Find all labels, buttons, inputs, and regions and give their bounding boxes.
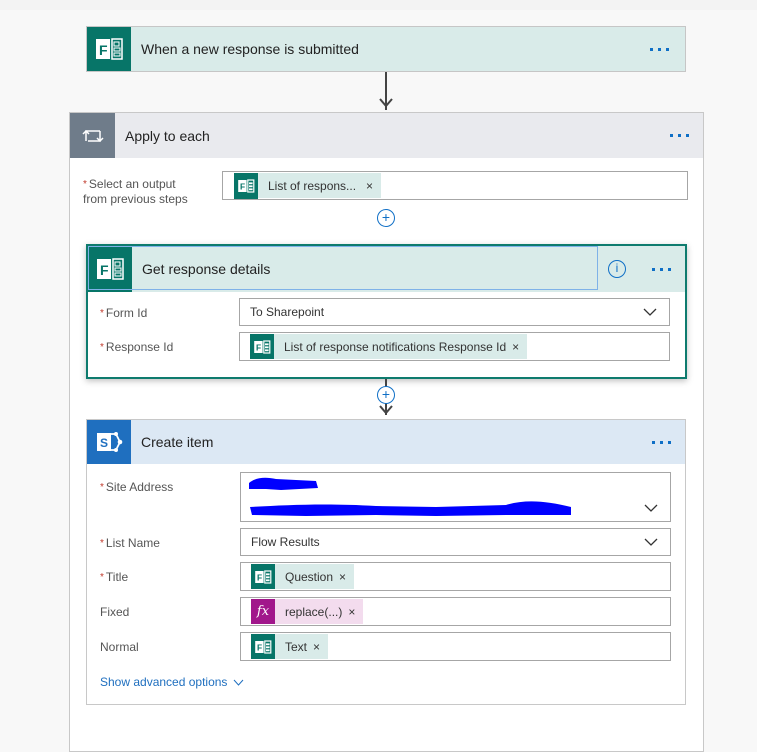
normal-input[interactable]: F Text ×: [240, 632, 671, 661]
get-response-details-title[interactable]: Get response details: [142, 261, 648, 277]
remove-token-icon[interactable]: ×: [348, 605, 355, 619]
select-output-input[interactable]: F List of respons... ×: [222, 171, 688, 200]
form-id-value: To Sharepoint: [250, 305, 325, 319]
chevron-down-icon: [234, 679, 244, 686]
arrow-down-icon: [379, 98, 393, 108]
microsoft-forms-icon: F: [251, 564, 275, 589]
sharepoint-icon: S: [87, 420, 131, 464]
normal-field-label: Normal: [100, 640, 139, 654]
dynamic-content-token[interactable]: F Question ×: [251, 564, 355, 589]
arrow-down-icon: [379, 405, 393, 415]
microsoft-forms-icon: F: [234, 172, 258, 199]
token-label: List of respons...: [268, 178, 357, 193]
apply-to-each-header[interactable]: Apply to each: [70, 113, 703, 158]
trigger-card[interactable]: F When a new response is submitted: [86, 26, 686, 72]
create-item-more-options-button[interactable]: [648, 437, 675, 448]
redaction-scribble: [249, 477, 571, 516]
form-id-dropdown[interactable]: To Sharepoint: [239, 298, 670, 326]
token-label: List of response notifications Response …: [284, 339, 507, 354]
create-item-header[interactable]: S Create item: [87, 420, 685, 464]
apply-to-each-more-options-button[interactable]: [666, 130, 693, 141]
site-address-dropdown[interactable]: [240, 472, 671, 522]
token-label: replace(...): [285, 604, 343, 619]
top-strip: [0, 0, 757, 10]
fixed-input[interactable]: fx replace(...) ×: [240, 597, 671, 626]
microsoft-forms-icon: F: [87, 27, 131, 71]
svg-text:F: F: [240, 181, 245, 191]
loop-icon: [70, 113, 115, 158]
dynamic-content-token[interactable]: F Text ×: [251, 634, 329, 659]
select-output-label: * Select an output from previous steps: [83, 177, 188, 206]
add-step-button[interactable]: +: [377, 209, 395, 227]
dynamic-content-token[interactable]: F List of respons... ×: [234, 172, 382, 199]
create-item-title: Create item: [141, 434, 214, 450]
trigger-title: When a new response is submitted: [141, 41, 359, 57]
token-label: Text: [285, 639, 308, 654]
remove-token-icon[interactable]: ×: [313, 640, 320, 654]
trigger-header[interactable]: F When a new response is submitted: [87, 27, 685, 71]
remove-token-icon[interactable]: ×: [339, 570, 346, 584]
response-id-input[interactable]: F List of response notifications Respons…: [239, 332, 670, 361]
list-name-dropdown[interactable]: Flow Results: [240, 528, 671, 556]
list-name-label: * List Name: [100, 536, 160, 550]
microsoft-forms-icon: F: [88, 246, 132, 292]
chevron-down-icon[interactable]: [643, 308, 657, 316]
svg-text:F: F: [100, 262, 109, 278]
microsoft-forms-icon: F: [251, 634, 275, 659]
svg-text:F: F: [256, 342, 261, 352]
site-address-label: * Site Address: [100, 480, 174, 494]
expression-token[interactable]: fx replace(...) ×: [251, 599, 364, 624]
list-name-value: Flow Results: [251, 535, 320, 549]
dynamic-content-token[interactable]: F List of response notifications Respons…: [250, 334, 528, 359]
fx-icon: fx: [251, 599, 275, 624]
fixed-field-label: Fixed: [100, 605, 130, 619]
remove-token-icon[interactable]: ×: [366, 179, 373, 193]
apply-to-each-title: Apply to each: [125, 127, 210, 144]
form-id-label: * Form Id: [100, 306, 148, 320]
svg-text:S: S: [100, 436, 108, 450]
token-label: Question: [285, 569, 334, 584]
info-icon[interactable]: i: [608, 260, 626, 278]
microsoft-forms-icon: F: [250, 334, 274, 359]
remove-token-icon[interactable]: ×: [512, 340, 519, 354]
show-advanced-options-label: Show advanced options: [100, 675, 228, 689]
svg-text:F: F: [99, 42, 108, 58]
show-advanced-options-link[interactable]: Show advanced options: [100, 675, 244, 689]
get-response-details-more-options-button[interactable]: [648, 264, 675, 275]
get-response-details-header[interactable]: F Get response details: [88, 246, 685, 292]
title-input[interactable]: F Question ×: [240, 562, 671, 591]
chevron-down-icon[interactable]: [644, 538, 658, 546]
get-response-details-card: F Get response details i * Form Id To Sha…: [86, 244, 687, 379]
trigger-more-options-button[interactable]: [646, 44, 673, 55]
svg-text:F: F: [257, 572, 262, 582]
create-item-card: S Create item * Site Address * List Name F…: [86, 419, 686, 705]
svg-text:F: F: [257, 642, 262, 652]
chevron-down-icon[interactable]: [644, 504, 658, 512]
insert-step-button[interactable]: +: [377, 386, 395, 404]
response-id-label: * Response Id: [100, 340, 174, 354]
title-field-label: * Title: [100, 570, 129, 584]
